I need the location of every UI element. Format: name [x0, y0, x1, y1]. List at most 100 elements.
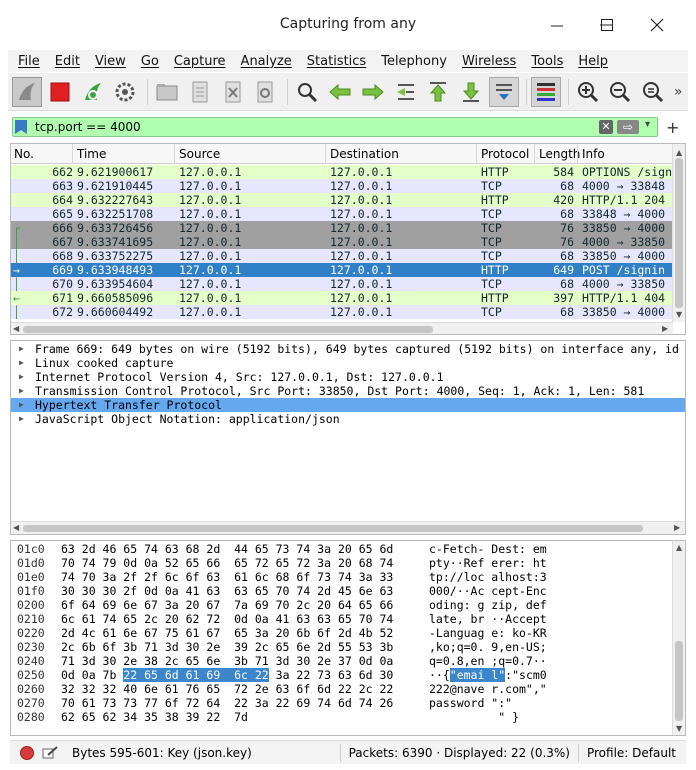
hscroll-thumb[interactable] [23, 525, 643, 532]
minimize-btn-slot[interactable] [539, 10, 575, 40]
menu-telephony[interactable]: Telephony [371, 54, 452, 69]
packet-row[interactable]: 663 9.621910445 127.0.0.1 127.0.0.1 TCP 68 400… [11, 179, 673, 193]
go-forward-button[interactable] [358, 77, 388, 107]
scroll-up-icon[interactable]: ▲ [676, 543, 682, 552]
hscroll-thumb[interactable] [23, 326, 433, 333]
apply-filter-icon[interactable]: ⇨ [617, 120, 639, 134]
scroll-right-icon[interactable]: ▶ [662, 324, 668, 333]
packet-list-vscrollbar[interactable]: ▲ ▼ [672, 144, 685, 322]
last-packet-button[interactable] [456, 77, 486, 107]
detail-tree-item[interactable]: ▶ Transmission Control Protocol, Src Port… [11, 384, 685, 398]
detail-tree-item[interactable]: ▶ Linux cooked capture [11, 356, 685, 370]
detail-tree-item[interactable]: ▶ Hypertext Transfer Protocol [11, 398, 685, 412]
column-destination[interactable]: Destination [330, 147, 399, 161]
maximize-btn-slot[interactable] [589, 10, 625, 40]
go-to-packet-button[interactable] [391, 77, 421, 107]
hex-row[interactable]: 01c0 63 2d 46 65 74 63 68 2d 44 65 73 74 … [11, 542, 671, 556]
capture-status-icon[interactable] [20, 745, 34, 760]
menu-analyze[interactable]: Analyze [231, 54, 297, 69]
column-time[interactable]: Time [77, 147, 106, 161]
scroll-left-icon[interactable]: ◀ [13, 324, 19, 333]
packet-row[interactable]: → 669 9.633948493 127.0.0.1 127.0.0.1 HTTP 649… [11, 263, 673, 277]
menu-tools[interactable]: Tools [521, 54, 568, 69]
column-length[interactable]: Length [539, 147, 580, 161]
hex-row[interactable]: 0240 71 3d 30 2e 38 2c 65 6e 3b 71 3d 30 … [11, 654, 671, 668]
toolbar-overflow-button[interactable]: » [671, 77, 685, 107]
scroll-left-icon[interactable]: ◀ [13, 523, 19, 532]
scroll-down-icon[interactable]: ▼ [676, 310, 682, 319]
filter-dropdown-icon[interactable]: ▾ [645, 119, 650, 130]
stop-capture-button[interactable] [45, 77, 75, 107]
packet-row[interactable]: │ 670 9.633954604 127.0.0.1 127.0.0.1 TCP 68 40… [11, 277, 673, 291]
restart-capture-button[interactable] [78, 77, 108, 107]
menu-help[interactable]: Help [568, 54, 613, 69]
detail-tree-item[interactable]: ▶ JavaScript Object Notation: application… [11, 412, 685, 426]
menu-wireless[interactable]: Wireless [452, 54, 521, 69]
expand-arrow-icon[interactable]: ▶ [19, 342, 24, 356]
menu-capture[interactable]: Capture [164, 54, 231, 69]
hex-row[interactable]: 01e0 74 70 3a 2f 2f 6c 6f 63 61 6c 68 6f … [11, 570, 671, 584]
find-packet-button[interactable] [292, 77, 322, 107]
bookmark-icon[interactable] [15, 120, 27, 134]
scroll-up-icon[interactable]: ▲ [676, 148, 682, 157]
hex-row[interactable]: 01f0 30 30 30 2f 0d 0a 41 63 63 65 70 74 … [11, 584, 671, 598]
detail-tree-item[interactable]: ▶ Frame 669: 649 bytes on wire (5192 bits… [11, 342, 685, 356]
expand-arrow-icon[interactable]: ▶ [19, 370, 24, 384]
autoscroll-button[interactable] [489, 76, 519, 107]
expand-arrow-icon[interactable]: ▶ [19, 356, 24, 370]
packet-row[interactable]: 664 9.632227643 127.0.0.1 127.0.0.1 HTTP 420 H… [11, 193, 673, 207]
column-no[interactable]: No. [14, 147, 34, 161]
display-filter-input[interactable] [35, 119, 595, 135]
hex-row[interactable]: 0200 6f 64 69 6e 67 3a 20 67 7a 69 70 2c … [11, 598, 671, 612]
first-packet-button[interactable] [424, 77, 454, 107]
menu-statistics[interactable]: Statistics [297, 54, 371, 69]
hex-row[interactable]: 0230 2c 6b 6f 3b 71 3d 30 2e 39 2c 65 6e … [11, 640, 671, 654]
hex-row[interactable]: 0210 6c 61 74 65 2c 20 62 72 0d 0a 41 63 … [11, 612, 671, 626]
expand-arrow-icon[interactable]: ▶ [19, 398, 24, 412]
expand-arrow-icon[interactable]: ▶ [19, 412, 24, 426]
menu-view[interactable]: View [85, 54, 131, 69]
bytes-vscrollbar[interactable]: ▲ ▼ [672, 541, 685, 735]
add-filter-button[interactable]: + [666, 118, 679, 137]
hex-row[interactable]: 0270 70 61 73 73 77 6f 72 64 22 3a 22 69 … [11, 696, 671, 710]
reload-file-button[interactable] [251, 77, 281, 107]
packet-row[interactable]: │ 668 9.633752275 127.0.0.1 127.0.0.1 TCP 68 33… [11, 249, 673, 263]
column-info[interactable]: Info [582, 147, 605, 161]
scroll-right-icon[interactable]: ▶ [674, 523, 680, 532]
column-protocol[interactable]: Protocol [481, 147, 529, 161]
zoom-in-button[interactable] [573, 77, 603, 107]
scroll-thumb[interactable] [675, 158, 683, 308]
clear-filter-icon[interactable]: ✕ [599, 120, 613, 134]
profile-label[interactable]: Profile: Default [587, 746, 676, 760]
details-hscrollbar[interactable]: ◀ ▶ [11, 521, 685, 534]
packet-list-hscrollbar[interactable]: ◀ ▶ [11, 322, 673, 334]
close-button[interactable] [639, 10, 675, 40]
hex-row[interactable]: 0260 32 32 32 40 6e 61 76 65 72 2e 63 6f … [11, 682, 671, 696]
packet-row[interactable]: ← 671 9.660585096 127.0.0.1 127.0.0.1 HTTP 397… [11, 291, 673, 305]
zoom-out-button[interactable] [606, 77, 636, 107]
hex-row[interactable]: 0220 2d 4c 61 6e 67 75 61 67 65 3a 20 6b … [11, 626, 671, 640]
menu-go[interactable]: Go [131, 54, 164, 69]
detail-tree-item[interactable]: ▶ Internet Protocol Version 4, Src: 127.0… [11, 370, 685, 384]
colorize-button[interactable] [530, 76, 561, 107]
hex-row[interactable]: 01d0 70 74 79 0d 0a 52 65 66 65 72 65 72 … [11, 556, 671, 570]
menu-file[interactable]: File [8, 54, 45, 69]
hex-row[interactable]: 0250 0d 0a 7b 22 65 6d 61 69 6c 22 3a 22 … [11, 668, 671, 682]
save-file-button[interactable] [185, 77, 215, 107]
hex-row[interactable]: 0280 62 65 62 34 35 38 39 22 7d " } [11, 710, 671, 724]
packet-row[interactable]: 665 9.632251708 127.0.0.1 127.0.0.1 TCP 68 338… [11, 207, 673, 221]
capture-options-button[interactable] [110, 77, 140, 107]
open-file-button[interactable] [152, 77, 182, 107]
edit-comment-icon[interactable] [42, 745, 58, 760]
packet-row[interactable]: 662 9.621900617 127.0.0.1 127.0.0.1 HTTP 584 O… [11, 165, 673, 179]
go-back-button[interactable] [325, 77, 355, 107]
scroll-down-icon[interactable]: ▼ [676, 724, 682, 733]
packet-row[interactable]: ┌ 666 9.633726456 127.0.0.1 127.0.0.1 TCP 76 33… [11, 221, 673, 235]
menu-edit[interactable]: Edit [45, 54, 85, 69]
close-file-button[interactable] [218, 77, 248, 107]
column-source[interactable]: Source [179, 147, 220, 161]
expand-arrow-icon[interactable]: ▶ [19, 384, 24, 398]
packet-row[interactable]: │ 667 9.633741695 127.0.0.1 127.0.0.1 TCP 76 40… [11, 235, 673, 249]
scroll-thumb[interactable] [675, 641, 683, 721]
start-capture-button[interactable] [12, 76, 42, 107]
